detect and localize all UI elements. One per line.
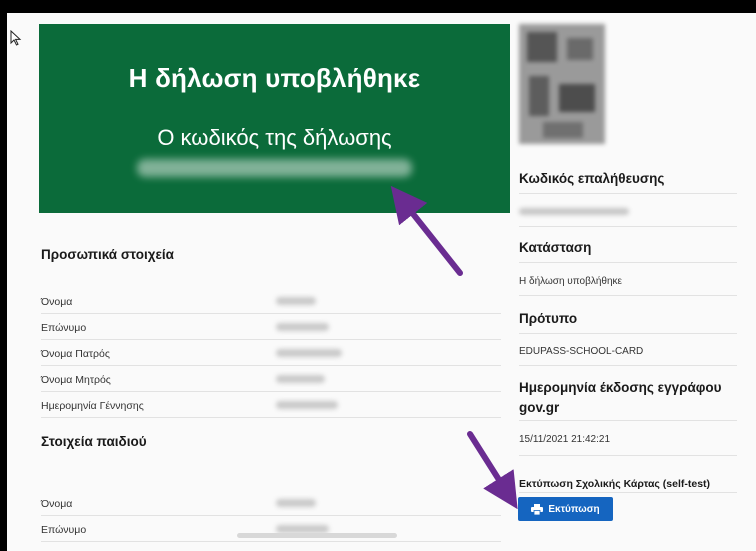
verification-code-title: Κωδικός επαλήθευσης xyxy=(519,171,665,186)
issue-date-title: Ημερομηνία έκδοσης εγγράφου gov.gr xyxy=(519,380,722,415)
submission-banner: Η δήλωση υποβλήθηκε Ο κωδικός της δήλωση… xyxy=(39,24,510,213)
row-label: Επώνυμο xyxy=(41,524,87,536)
row-label: Όνομα Μητρός xyxy=(41,374,111,386)
divider xyxy=(519,455,737,456)
row-label: Επώνυμο xyxy=(41,322,87,334)
banner-subtitle: Ο κωδικός της δήλωσης xyxy=(157,125,392,150)
divider xyxy=(519,420,737,421)
row-value: ██████ xyxy=(276,401,338,409)
row-label: Ημερομηνία Γέννησης xyxy=(41,400,144,412)
table-row: Όνομα Μητρός ██████ xyxy=(41,366,501,392)
row-value: █████ xyxy=(276,349,342,357)
printer-icon xyxy=(531,503,544,515)
row-value: ██████ xyxy=(276,323,329,331)
divider xyxy=(519,365,737,366)
table-row: Επώνυμο ██████ xyxy=(41,516,501,542)
divider xyxy=(519,295,737,296)
table-row: Επώνυμο ██████ xyxy=(41,314,501,340)
divider xyxy=(519,333,737,334)
divider xyxy=(519,492,737,493)
table-row: Όνομα Πατρός █████ xyxy=(41,340,501,366)
table-row: Όνομα ██████ xyxy=(41,288,501,314)
divider xyxy=(519,262,737,263)
banner-title: Η δήλωση υποβλήθηκε xyxy=(128,63,421,93)
issue-date-value: 15/11/2021 21:42:21 xyxy=(519,434,611,445)
row-value: ██████ xyxy=(276,375,325,383)
mouse-cursor-icon xyxy=(10,30,22,46)
template-value: EDUPASS-SCHOOL-CARD xyxy=(519,346,644,357)
print-button[interactable]: Εκτύπωση xyxy=(518,497,613,521)
declaration-code: ██████████████████ xyxy=(137,159,412,177)
row-value: ██████ xyxy=(276,525,329,533)
table-row: Όνομα █████ xyxy=(41,490,501,516)
divider xyxy=(519,193,737,194)
print-button-label: Εκτύπωση xyxy=(548,503,600,515)
row-label: Όνομα xyxy=(41,498,73,510)
table-row: Ημερομηνία Γέννησης ██████ xyxy=(41,392,501,418)
row-label: Όνομα xyxy=(41,296,73,308)
row-value: ██████ xyxy=(276,297,316,305)
status-value: Η δήλωση υποβλήθηκε xyxy=(519,276,622,287)
row-label: Όνομα Πατρός xyxy=(41,348,110,360)
child-details-title: Στοιχεία παιδιού xyxy=(41,434,147,449)
row-value: █████ xyxy=(276,499,316,507)
horizontal-scrollbar[interactable] xyxy=(237,533,397,538)
template-title: Πρότυπο xyxy=(519,311,578,326)
status-title: Κατάσταση xyxy=(519,240,592,255)
qr-code-icon xyxy=(519,24,605,144)
verification-code-value: ████████████ xyxy=(519,208,629,215)
print-card-title: Εκτύπωση Σχολικής Κάρτας (self-test) xyxy=(519,478,711,490)
divider xyxy=(519,226,737,227)
personal-details-title: Προσωπικά στοιχεία xyxy=(41,247,174,262)
